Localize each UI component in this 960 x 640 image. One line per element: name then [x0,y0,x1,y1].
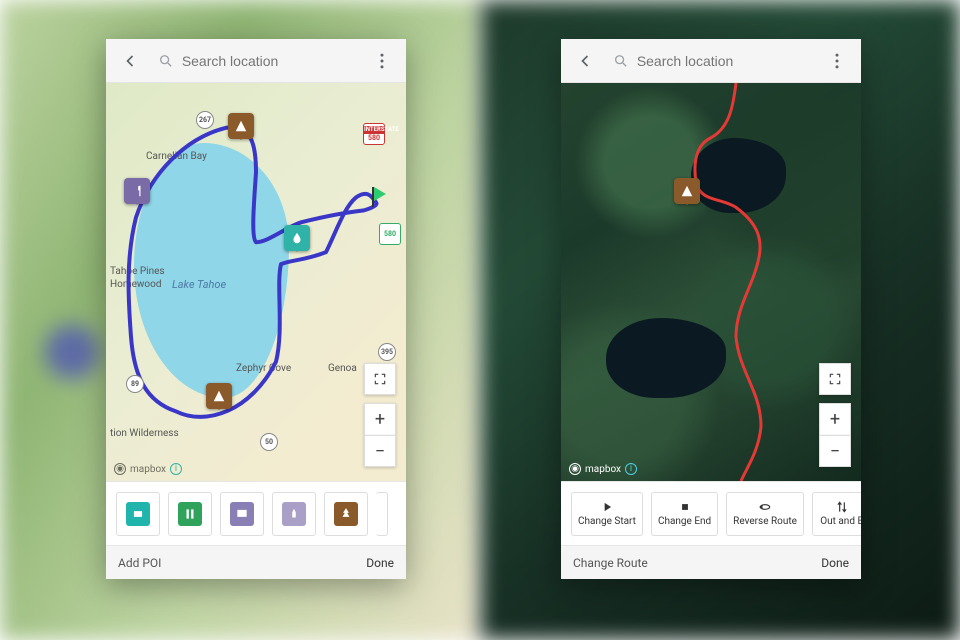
shield-395: 395 [378,343,396,361]
search-input[interactable] [182,53,354,69]
search-icon [613,52,629,70]
poi-tool-2[interactable] [168,492,212,536]
poi-camp-sat[interactable] [674,178,700,204]
back-button[interactable] [567,43,603,79]
zoom-out-button[interactable]: − [364,435,396,467]
zoom-in-button[interactable]: + [819,403,851,435]
appbar [106,39,406,83]
phone-right: + − ◉mapboxi Change Start Change End Rev… [561,39,861,579]
more-button[interactable] [364,43,400,79]
poi-restaurant[interactable] [124,178,150,204]
poi-toolbar [106,481,406,545]
poi-tool-5[interactable] [324,492,368,536]
poi-camp-south[interactable] [206,383,232,409]
footer: Add POI Done [106,545,406,579]
change-start-button[interactable]: Change Start [571,492,643,536]
shield-267: 267 [196,111,214,129]
map-terrain[interactable]: Lake Tahoe Carnelian Bay Tahoe Pines Hom… [106,83,406,481]
shield-89: 89 [126,375,144,393]
fullscreen-button[interactable] [364,363,396,395]
poi-tool-4[interactable] [272,492,316,536]
poi-water[interactable] [284,225,310,251]
phone-left: Lake Tahoe Carnelian Bay Tahoe Pines Hom… [106,39,406,579]
footer-label: Change Route [573,556,648,570]
reverse-route-button[interactable]: Reverse Route [726,492,804,536]
poi-tool-3[interactable] [220,492,264,536]
map-attribution: ◉mapboxi [114,463,182,475]
route-toolbar: Change Start Change End Reverse Route Ou… [561,481,861,545]
footer-label: Add POI [118,556,161,570]
search-input[interactable] [637,53,809,69]
search-icon [158,52,174,70]
poi-tool-more[interactable] [376,492,388,536]
poi-tool-1[interactable] [116,492,160,536]
done-button[interactable]: Done [821,556,849,570]
zoom-out-button[interactable]: − [819,435,851,467]
poi-camp-north[interactable] [228,113,254,139]
zoom-in-button[interactable]: + [364,403,396,435]
appbar [561,39,861,83]
start-flag[interactable] [370,187,390,207]
shield-i580: INTERSTATE580 [363,123,385,145]
search-field[interactable] [152,43,360,79]
out-and-back-button[interactable]: Out and B [812,492,861,536]
back-button[interactable] [112,43,148,79]
shield-50: 50 [260,433,278,451]
route-line [106,83,406,481]
footer: Change Route Done [561,545,861,579]
more-button[interactable] [819,43,855,79]
shield-i580b: 580 [379,223,401,245]
map-satellite[interactable]: + − ◉mapboxi [561,83,861,481]
search-field[interactable] [607,43,815,79]
done-button[interactable]: Done [366,556,394,570]
map-attribution: ◉mapboxi [569,463,637,475]
fullscreen-button[interactable] [819,363,851,395]
route-line-red [561,83,861,481]
change-end-button[interactable]: Change End [651,492,718,536]
